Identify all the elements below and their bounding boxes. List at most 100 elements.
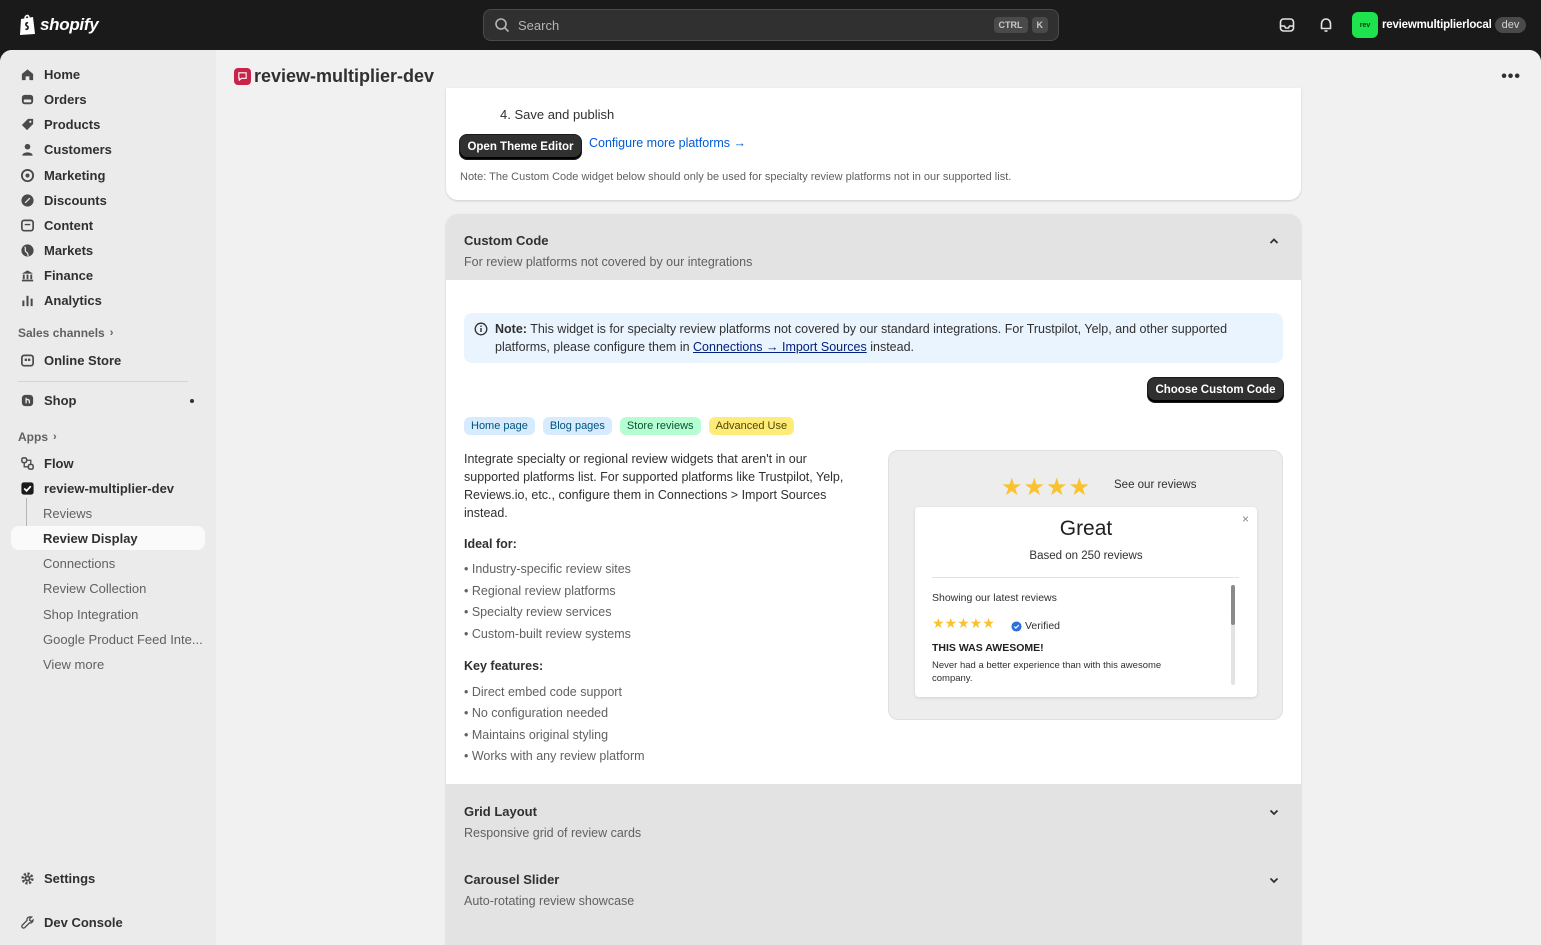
sidebar-item-label: Orders	[44, 91, 87, 107]
admin-frame: Home Orders Products Customers Marketing…	[0, 50, 1541, 945]
sidebar-item-products[interactable]: Products	[11, 112, 205, 136]
sidebar-subitem-review-display[interactable]: Review Display	[11, 526, 205, 550]
sidebar-item-orders[interactable]: Orders	[11, 87, 205, 111]
target-icon	[20, 168, 35, 182]
connections-import-link[interactable]: Connections → Import Sources	[693, 340, 867, 354]
shop-app-icon	[21, 394, 34, 406]
banner-text: Note: This widget is for specialty revie…	[495, 320, 1265, 356]
sidebar-item-label: Settings	[44, 870, 96, 886]
page-title: review-multiplier-dev	[254, 66, 435, 86]
sidebar-item-label: Products	[44, 116, 101, 132]
sidebar-item-label: Dev Console	[44, 914, 123, 930]
sidebar-item-dev-console[interactable]: Dev Console	[11, 910, 205, 934]
feature-item: • No configuration needed	[464, 706, 609, 720]
discount-icon	[21, 193, 34, 207]
brand-wordmark: shopify	[40, 14, 99, 34]
sidebar-item-online-store[interactable]: Online Store	[11, 348, 205, 372]
instruction-step-4: 4. Save and publish	[500, 107, 615, 122]
ideal-for-label: Ideal for:	[464, 537, 517, 551]
sidebar-item-marketing[interactable]: Marketing	[11, 163, 205, 187]
home-icon	[21, 68, 34, 80]
chevron-down-icon[interactable]	[1267, 873, 1281, 887]
sidebar-item-content[interactable]: Content	[11, 213, 205, 237]
content-icon	[21, 219, 34, 231]
sidebar-item-analytics[interactable]: Analytics	[11, 288, 205, 312]
tag-store-reviews: Store reviews	[619, 417, 701, 435]
carousel-slider-header[interactable]: Carousel Slider Auto-rotating review sho…	[446, 852, 1301, 920]
sidebar-item-shop[interactable]: Shop	[11, 388, 205, 412]
sidebar-item-label: Marketing	[44, 167, 106, 183]
chevron-up-icon[interactable]	[1267, 234, 1281, 248]
sidebar-item-settings[interactable]: Settings	[11, 866, 205, 890]
open-theme-editor-button[interactable]: Open Theme Editor	[460, 135, 581, 159]
sidebar-item-discounts[interactable]: Discounts	[11, 188, 205, 212]
chevron-right-icon: ›	[109, 327, 114, 339]
more-actions-button[interactable]: •••	[1501, 68, 1521, 86]
notification-dot	[190, 399, 194, 403]
sidebar-item-markets[interactable]: Markets	[11, 238, 205, 262]
sidebar-subitem-reviews[interactable]: Reviews	[11, 501, 205, 525]
bank-icon	[21, 269, 34, 281]
popup-scrollbar	[1231, 585, 1235, 685]
custom-code-description: Integrate specialty or regional review w…	[464, 452, 844, 520]
chevron-right-icon: ›	[53, 431, 57, 443]
custom-code-header[interactable]: Custom Code For review platforms not cov…	[446, 214, 1301, 280]
feature-item: • Maintains original styling	[464, 728, 609, 742]
info-banner: Note: This widget is for specialty revie…	[464, 313, 1283, 363]
sidebar-subitem-google-product-feed[interactable]: Google Product Feed Inte...	[11, 627, 205, 651]
bell-icon[interactable]	[1317, 16, 1335, 34]
sidebar-item-flow[interactable]: Flow	[11, 451, 205, 475]
verified-label: Verified	[1025, 620, 1061, 632]
sidebar-item-label: Online Store	[44, 352, 122, 368]
sidebar-divider	[18, 381, 188, 382]
sidebar-subitem-review-collection[interactable]: Review Collection	[11, 576, 205, 600]
rating-word: Great	[1059, 517, 1113, 540]
section-subtitle: For review platforms not covered by our …	[464, 255, 753, 269]
choose-custom-code-button[interactable]: Choose Custom Code	[1148, 378, 1283, 402]
sidebar-item-label: Finance	[44, 267, 94, 283]
apps-heading[interactable]: Apps ›	[18, 430, 57, 444]
banner-note-label: Note:	[495, 322, 527, 336]
chevron-down-icon[interactable]	[1267, 805, 1281, 819]
review-stars-icon: ★★★★★	[932, 615, 995, 631]
ideal-item: • Industry-specific review sites	[464, 562, 631, 576]
review-title: THIS WAS AWESOME!	[932, 642, 1044, 654]
grid-layout-header[interactable]: Grid Layout Responsive grid of review ca…	[446, 784, 1301, 852]
store-avatar: rev	[1352, 12, 1378, 38]
search-bar[interactable]: Search CTRL K	[483, 9, 1059, 41]
widget-preview-image: ★★★★ See our reviews Great Based on 250 …	[888, 450, 1283, 720]
sidebar-item-label: Discounts	[44, 192, 107, 208]
sidebar-subitem-connections[interactable]: Connections	[11, 551, 205, 575]
chat-bubble-icon	[238, 72, 247, 82]
section-title: Custom Code	[464, 233, 549, 248]
orders-icon	[21, 94, 34, 104]
feature-item: • Works with any review platform	[464, 749, 645, 763]
sidebar-subitem-view-more[interactable]: View more	[11, 652, 205, 676]
next-section-header[interactable]	[446, 920, 1301, 945]
store-menu-button[interactable]: rev reviewmultiplierlocal dev	[1352, 12, 1527, 38]
sidebar-item-finance[interactable]: Finance	[11, 263, 205, 287]
tag-advanced-use: Advanced Use	[708, 417, 795, 435]
sidebar-item-label: Customers	[44, 141, 112, 157]
configure-platforms-link[interactable]: Configure more platforms →	[589, 136, 746, 150]
apps-label: Apps	[18, 430, 48, 444]
shopify-bag-icon	[20, 14, 35, 35]
latest-reviews-label: Showing our latest reviews	[932, 592, 1057, 604]
sidebar-subitem-shop-integration[interactable]: Shop Integration	[11, 602, 205, 626]
shopify-logo[interactable]: shopify	[18, 13, 99, 36]
chart-icon	[22, 295, 33, 306]
inbox-icon[interactable]	[1278, 16, 1296, 34]
sales-channels-heading[interactable]: Sales channels ›	[18, 326, 113, 340]
tag-home-page: Home page	[464, 417, 535, 435]
sidebar-item-home[interactable]: Home	[11, 62, 205, 86]
sidebar-item-customers[interactable]: Customers	[11, 137, 205, 161]
verified-badge: Verified	[1011, 620, 1060, 632]
sidebar-item-label: review-multiplier-dev	[44, 480, 175, 496]
sidebar-item-label: Content	[44, 217, 94, 233]
review-count: Based on 250 reviews	[1029, 550, 1143, 562]
app-logo-icon	[234, 68, 251, 85]
popup-divider	[932, 577, 1239, 578]
store-dev-badge: dev	[1494, 17, 1527, 33]
sidebar-item-review-multiplier[interactable]: review-multiplier-dev	[11, 476, 205, 500]
widget-accordion: Custom Code For review platforms not cov…	[446, 214, 1301, 945]
